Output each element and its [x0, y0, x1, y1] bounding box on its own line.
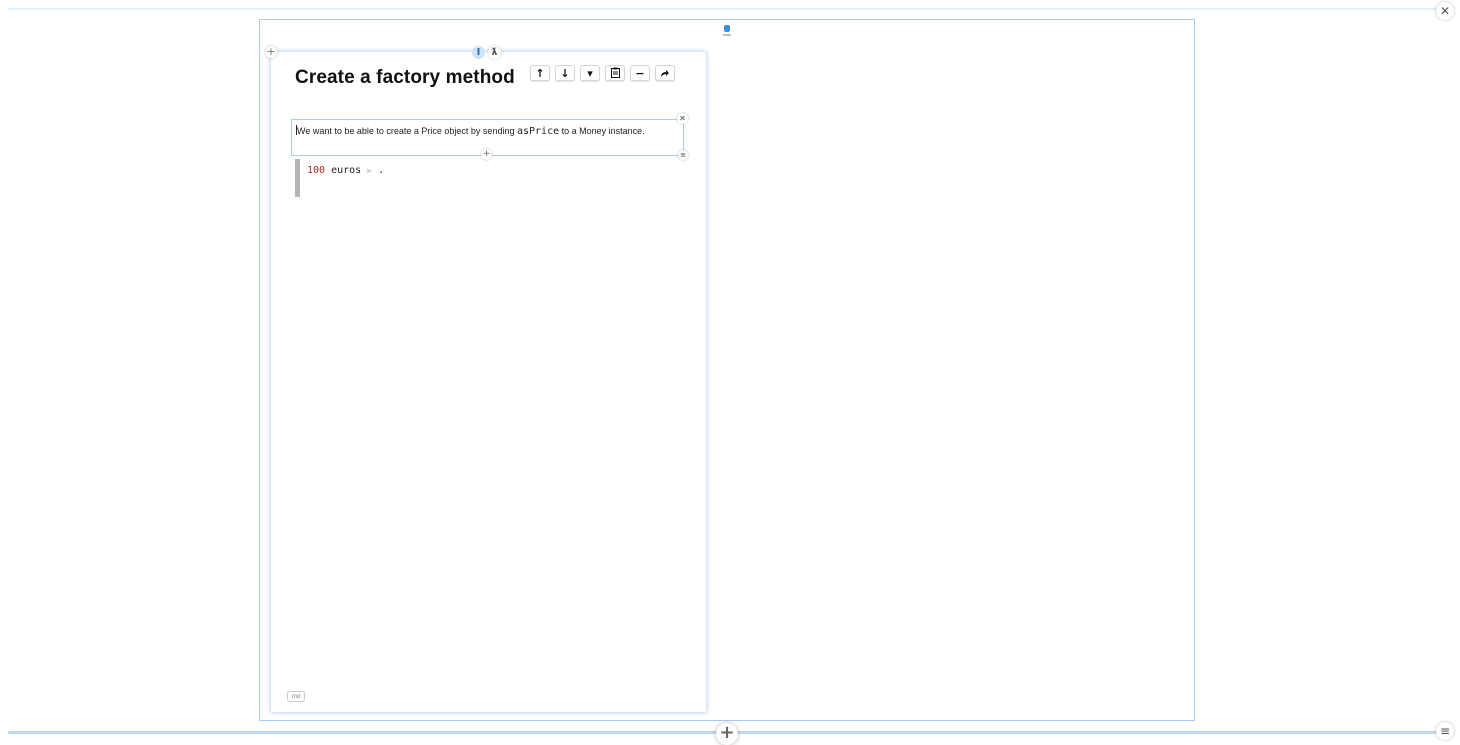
markdown-badge[interactable]: md: [287, 691, 305, 702]
code-snippet-gutter[interactable]: [295, 159, 300, 197]
dropdown-button[interactable]: ▾: [580, 65, 600, 81]
code-number: 100: [307, 165, 326, 176]
lambda-icon: ƛ: [491, 46, 498, 58]
move-up-button[interactable]: ↑: [530, 65, 550, 81]
window-menu-button[interactable]: ≡: [1436, 722, 1454, 740]
add-snippet-button[interactable]: +: [481, 149, 492, 160]
text-view-button[interactable]: I: [472, 45, 485, 59]
snippet-menu-button[interactable]: ≡: [678, 150, 688, 160]
code-period: .: [372, 165, 385, 176]
handle-bar-icon: [723, 34, 731, 36]
add-page-button[interactable]: +: [716, 723, 738, 745]
arrow-up-icon: ↑: [535, 67, 545, 80]
add-page-left-button[interactable]: +: [265, 46, 277, 58]
code-message: euros: [325, 165, 362, 176]
close-icon: ✕: [1439, 4, 1451, 18]
code-snippet[interactable]: 100 euros ▶ .: [307, 165, 384, 176]
chevron-down-icon: ▾: [587, 67, 593, 80]
minimize-button[interactable]: −: [630, 65, 650, 81]
plus-icon: +: [482, 149, 491, 159]
window-top-border: [8, 8, 1448, 10]
text-cursor-icon: I: [476, 46, 481, 58]
text-snippet-content[interactable]: We want to be able to create a Price obj…: [296, 125, 677, 138]
code-view-button[interactable]: ƛ: [488, 45, 501, 59]
close-window-button[interactable]: ✕: [1436, 2, 1454, 20]
plus-icon: +: [266, 45, 276, 58]
page-title: Create a factory method: [295, 67, 515, 88]
remove-snippet-button[interactable]: ✕: [677, 113, 688, 124]
hamburger-icon: ≡: [1439, 724, 1451, 738]
copy-button[interactable]: [605, 65, 625, 81]
snippet-text-before: We want to be able to create a Price obj…: [297, 126, 517, 136]
page-toolbar: ↑ ↓ ▾ −: [530, 65, 675, 81]
snippet-text-after: to a Money instance.: [559, 126, 645, 136]
share-button[interactable]: [655, 65, 675, 81]
page-view-tools: I ƛ: [472, 45, 501, 59]
share-arrow-icon: [661, 70, 669, 77]
move-down-button[interactable]: ↓: [555, 65, 575, 81]
handle-dot-icon: [724, 25, 730, 32]
hamburger-icon: ≡: [680, 151, 686, 159]
minus-icon: −: [635, 67, 645, 80]
snippet-inline-code: asPrice: [516, 126, 560, 137]
close-icon: ✕: [679, 114, 686, 123]
clipboard-icon: [610, 67, 620, 78]
arrow-down-icon: ↓: [560, 67, 570, 80]
container-handle[interactable]: [723, 25, 731, 37]
